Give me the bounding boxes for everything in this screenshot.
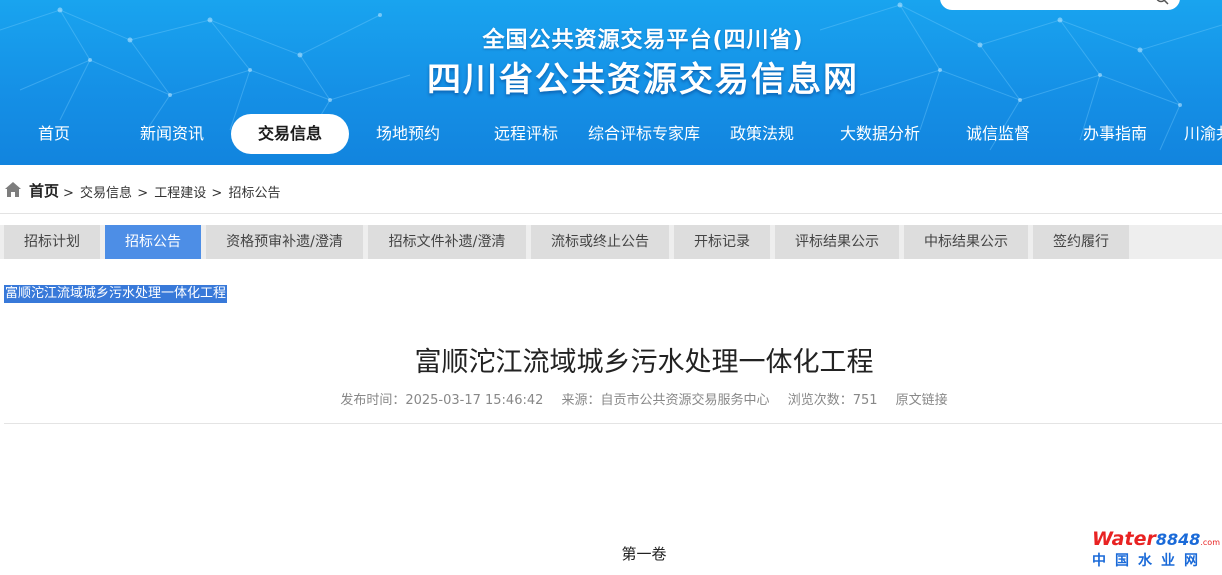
tab-bid-opening-record[interactable]: 开标记录	[674, 225, 770, 259]
tab-tender-document-addendum[interactable]: 招标文件补遗/澄清	[368, 225, 526, 259]
original-link[interactable]: 原文链接	[896, 393, 948, 408]
breadcrumb-separator: >	[63, 186, 74, 201]
nav-item-home[interactable]: 首页	[18, 114, 90, 154]
nav-item-policies[interactable]: 政策法规	[720, 114, 804, 154]
breadcrumb-trail: > 交易信息 > 工程建设 > 招标公告	[62, 182, 280, 201]
site-header: 全国公共资源交易平台(四川省) 四川省公共资源交易信息网 首页 新闻资讯 交易信…	[0, 0, 1222, 165]
search-icon[interactable]	[1155, 0, 1169, 5]
publish-time: 发布时间：2025-03-17 15:46:42	[340, 393, 544, 408]
nav-item-big-data[interactable]: 大数据分析	[830, 114, 930, 154]
content-divider	[4, 423, 1222, 424]
breadcrumb-divider	[0, 213, 1222, 214]
watermark-suffix: .com	[1200, 538, 1220, 547]
article-meta: 发布时间：2025-03-17 15:46:42 来源：自贡市公共资源交易服务中…	[0, 389, 1222, 408]
tab-contract-performance[interactable]: 签约履行	[1033, 225, 1129, 259]
nav-item-credit-supervision[interactable]: 诚信监督	[956, 114, 1040, 154]
breadcrumb-item-construction[interactable]: 工程建设	[154, 186, 206, 201]
breadcrumb-home[interactable]: 首页	[29, 180, 59, 201]
home-icon	[5, 182, 21, 197]
nav-item-news[interactable]: 新闻资讯	[130, 114, 214, 154]
breadcrumb-item-trading-info[interactable]: 交易信息	[80, 186, 132, 201]
platform-subtitle: 全国公共资源交易平台(四川省)	[482, 28, 804, 53]
article-source: 来源：自贡市公共资源交易服务中心	[561, 393, 770, 408]
tab-tender-plan[interactable]: 招标计划	[4, 225, 100, 259]
volume-heading: 第一卷	[621, 545, 667, 563]
tab-failed-or-terminated[interactable]: 流标或终止公告	[531, 225, 669, 259]
tab-award-result[interactable]: 中标结果公示	[904, 225, 1028, 259]
selected-project-name: 富顺沱江流域城乡污水处理一体化工程	[4, 285, 228, 303]
main-nav: 首页 新闻资讯 交易信息 场地预约 远程评标 综合评标专家库 政策法规 大数据分…	[0, 114, 1222, 156]
nav-item-expert-database[interactable]: 综合评标专家库	[582, 114, 706, 154]
tab-prequalification-addendum[interactable]: 资格预审补遗/澄清	[206, 225, 363, 259]
nav-item-sichuan-chongqing[interactable]: 川渝共	[1184, 114, 1222, 154]
tab-evaluation-result[interactable]: 评标结果公示	[775, 225, 899, 259]
watermark-logo: Water8848.com 中国水业网	[1090, 528, 1220, 570]
breadcrumb-separator: >	[137, 186, 149, 201]
nav-item-remote-evaluation[interactable]: 远程评标	[484, 114, 568, 154]
watermark-chinese-name: 中国水业网	[1092, 553, 1207, 569]
tab-tender-notice[interactable]: 招标公告	[105, 225, 201, 259]
breadcrumb-item-tender-notice[interactable]: 招标公告	[228, 186, 280, 201]
nav-item-service-guide[interactable]: 办事指南	[1073, 114, 1157, 154]
site-title: 四川省公共资源交易信息网	[427, 60, 859, 100]
nav-item-trading-info[interactable]: 交易信息	[231, 114, 349, 154]
breadcrumb-separator: >	[211, 186, 223, 201]
nav-item-venue-booking[interactable]: 场地预约	[366, 114, 450, 154]
search-input[interactable]	[940, 0, 1180, 10]
watermark-brand: Water8848.com	[1092, 528, 1220, 550]
view-count: 浏览次数：751	[787, 393, 878, 408]
article-title: 富顺沱江流域城乡污水处理一体化工程	[414, 347, 874, 378]
watermark-number: 8848	[1155, 530, 1201, 549]
watermark-word: Water	[1092, 528, 1156, 550]
